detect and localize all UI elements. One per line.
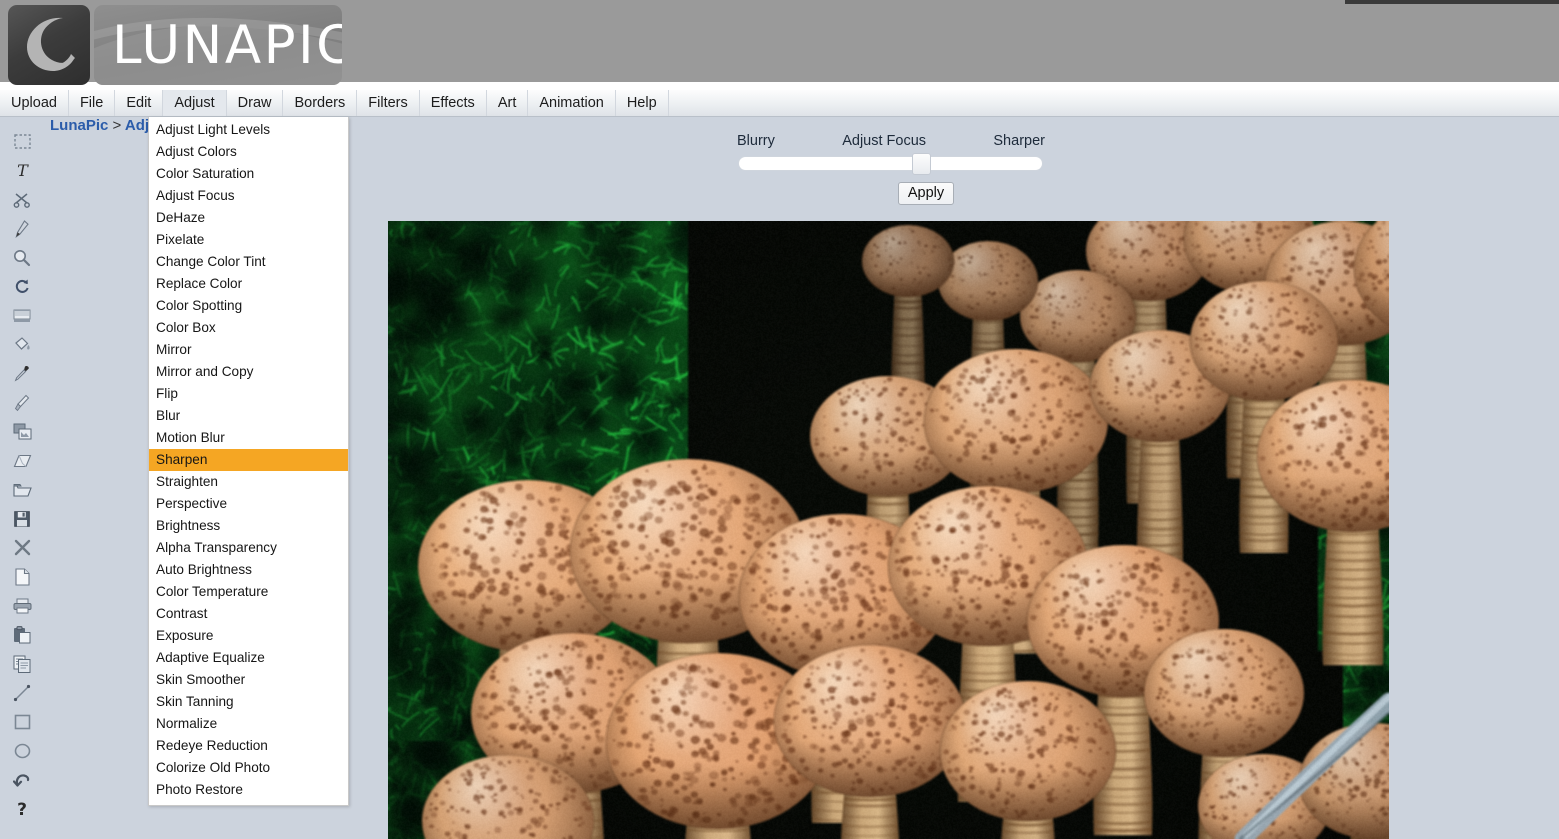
- menu-option-adjust-colors[interactable]: Adjust Colors: [149, 141, 348, 163]
- rectangle-tool-icon[interactable]: [0, 707, 44, 736]
- breadcrumb-separator: >: [112, 117, 122, 134]
- new-document-icon[interactable]: [0, 562, 44, 591]
- menu-item-borders[interactable]: Borders: [283, 90, 358, 116]
- menu-option-straighten[interactable]: Straighten: [149, 471, 348, 493]
- menu-option-auto-brightness[interactable]: Auto Brightness: [149, 559, 348, 581]
- menu-item-art[interactable]: Art: [487, 90, 529, 116]
- apply-button[interactable]: Apply: [897, 182, 955, 205]
- menu-option-alpha-transparency[interactable]: Alpha Transparency: [149, 537, 348, 559]
- scissors-crop-icon[interactable]: [0, 185, 44, 214]
- menu-item-filters[interactable]: Filters: [357, 90, 420, 116]
- magnifier-icon[interactable]: [0, 243, 44, 272]
- menu-option-skin-tanning[interactable]: Skin Tanning: [149, 691, 348, 713]
- menu-item-draw[interactable]: Draw: [227, 90, 284, 116]
- banner-dark-strip: [1345, 0, 1559, 4]
- menu-option-replace-color[interactable]: Replace Color: [149, 273, 348, 295]
- rotate-icon[interactable]: [0, 272, 44, 301]
- pencil-icon[interactable]: [0, 214, 44, 243]
- clone-icon[interactable]: [0, 417, 44, 446]
- menu-option-motion-blur[interactable]: Motion Blur: [149, 427, 348, 449]
- adjust-focus-controls: Blurry Adjust Focus Sharper Apply: [735, 133, 1047, 205]
- brush-icon[interactable]: [0, 388, 44, 417]
- menu-option-perspective[interactable]: Perspective: [149, 493, 348, 515]
- menu-option-brightness[interactable]: Brightness: [149, 515, 348, 537]
- menu-option-redeye-reduction[interactable]: Redeye Reduction: [149, 735, 348, 757]
- menu-option-mirror[interactable]: Mirror: [149, 339, 348, 361]
- logo-mark: [8, 5, 90, 85]
- menu-option-pixelate[interactable]: Pixelate: [149, 229, 348, 251]
- menu-item-file[interactable]: File: [69, 90, 116, 116]
- left-toolbar: T ?: [0, 117, 44, 839]
- menu-bar: Upload File Edit Adjust Draw Borders Fil…: [0, 90, 1559, 117]
- close-x-icon[interactable]: [0, 533, 44, 562]
- paste-icon[interactable]: [0, 620, 44, 649]
- stamp-icon[interactable]: [0, 301, 44, 330]
- slider-track[interactable]: [738, 156, 1043, 171]
- lunapic-app: LUNAPIC Upload File Edit Adjust Draw Bor…: [0, 0, 1559, 839]
- breadcrumb-current: Adj: [124, 117, 150, 134]
- menu-option-contrast[interactable]: Contrast: [149, 603, 348, 625]
- image-canvas[interactable]: [388, 221, 1389, 839]
- svg-text:T: T: [17, 162, 29, 179]
- apply-row: Apply: [735, 182, 1047, 205]
- menu-option-color-spotting[interactable]: Color Spotting: [149, 295, 348, 317]
- menu-option-colorize-old-photo[interactable]: Colorize Old Photo: [149, 757, 348, 779]
- menu-item-help[interactable]: Help: [616, 90, 669, 116]
- save-floppy-icon[interactable]: [0, 504, 44, 533]
- menu-option-adjust-light-levels[interactable]: Adjust Light Levels: [149, 119, 348, 141]
- slider-label-right: Sharper: [993, 133, 1045, 149]
- marquee-select-icon[interactable]: [0, 127, 44, 156]
- svg-text:?: ?: [17, 800, 27, 818]
- mushroom-photo: [388, 221, 1389, 839]
- menu-option-color-temperature[interactable]: Color Temperature: [149, 581, 348, 603]
- logo-text: LUNAPIC: [112, 14, 342, 76]
- menu-item-adjust[interactable]: Adjust: [163, 90, 227, 116]
- menu-option-exposure[interactable]: Exposure: [149, 625, 348, 647]
- breadcrumb-root[interactable]: LunaPic: [50, 117, 108, 134]
- menu-option-normalize[interactable]: Normalize: [149, 713, 348, 735]
- menu-item-animation[interactable]: Animation: [528, 90, 616, 116]
- menu-item-effects[interactable]: Effects: [420, 90, 487, 116]
- menu-option-blur[interactable]: Blur: [149, 405, 348, 427]
- crescent-moon-icon: [27, 17, 75, 71]
- line-tool-icon[interactable]: [0, 678, 44, 707]
- menu-option-mirror-and-copy[interactable]: Mirror and Copy: [149, 361, 348, 383]
- menu-option-color-box[interactable]: Color Box: [149, 317, 348, 339]
- menu-option-color-saturation[interactable]: Color Saturation: [149, 163, 348, 185]
- menu-item-edit[interactable]: Edit: [115, 90, 164, 116]
- menu-option-photo-restore[interactable]: Photo Restore: [149, 779, 348, 801]
- slider-thumb[interactable]: [912, 153, 932, 175]
- menu-option-change-color-tint[interactable]: Change Color Tint: [149, 251, 348, 273]
- copy-icon[interactable]: [0, 649, 44, 678]
- focus-slider[interactable]: [735, 153, 1047, 175]
- menu-option-sharpen[interactable]: Sharpen: [149, 449, 348, 471]
- slider-labels: Blurry Adjust Focus Sharper: [735, 133, 1047, 155]
- menu-option-skin-smoother[interactable]: Skin Smoother: [149, 669, 348, 691]
- paint-bucket-icon[interactable]: [0, 330, 44, 359]
- print-icon[interactable]: [0, 591, 44, 620]
- help-icon[interactable]: ?: [0, 794, 44, 823]
- open-folder-icon[interactable]: [0, 475, 44, 504]
- menu-option-adjust-focus[interactable]: Adjust Focus: [149, 185, 348, 207]
- breadcrumb: LunaPic > Adj: [50, 117, 149, 137]
- menu-option-dehaze[interactable]: DeHaze: [149, 207, 348, 229]
- menu-option-adaptive-equalize[interactable]: Adaptive Equalize: [149, 647, 348, 669]
- menu-option-flip[interactable]: Flip: [149, 383, 348, 405]
- menu-item-upload[interactable]: Upload: [0, 90, 69, 116]
- slider-label-center: Adjust Focus: [842, 133, 927, 149]
- adjust-dropdown-menu: Adjust Light Levels Adjust Colors Color Sa…: [148, 117, 349, 806]
- lunapic-logo[interactable]: LUNAPIC: [8, 5, 342, 85]
- eraser-icon[interactable]: [0, 446, 44, 475]
- text-tool-icon[interactable]: T: [0, 156, 44, 185]
- ellipse-tool-icon[interactable]: [0, 736, 44, 765]
- top-banner: LUNAPIC: [0, 0, 1559, 90]
- slider-label-left: Blurry: [737, 133, 775, 149]
- eyedropper-icon[interactable]: [0, 359, 44, 388]
- undo-icon[interactable]: [0, 765, 44, 794]
- logo-wordmark-box: LUNAPIC: [94, 5, 342, 85]
